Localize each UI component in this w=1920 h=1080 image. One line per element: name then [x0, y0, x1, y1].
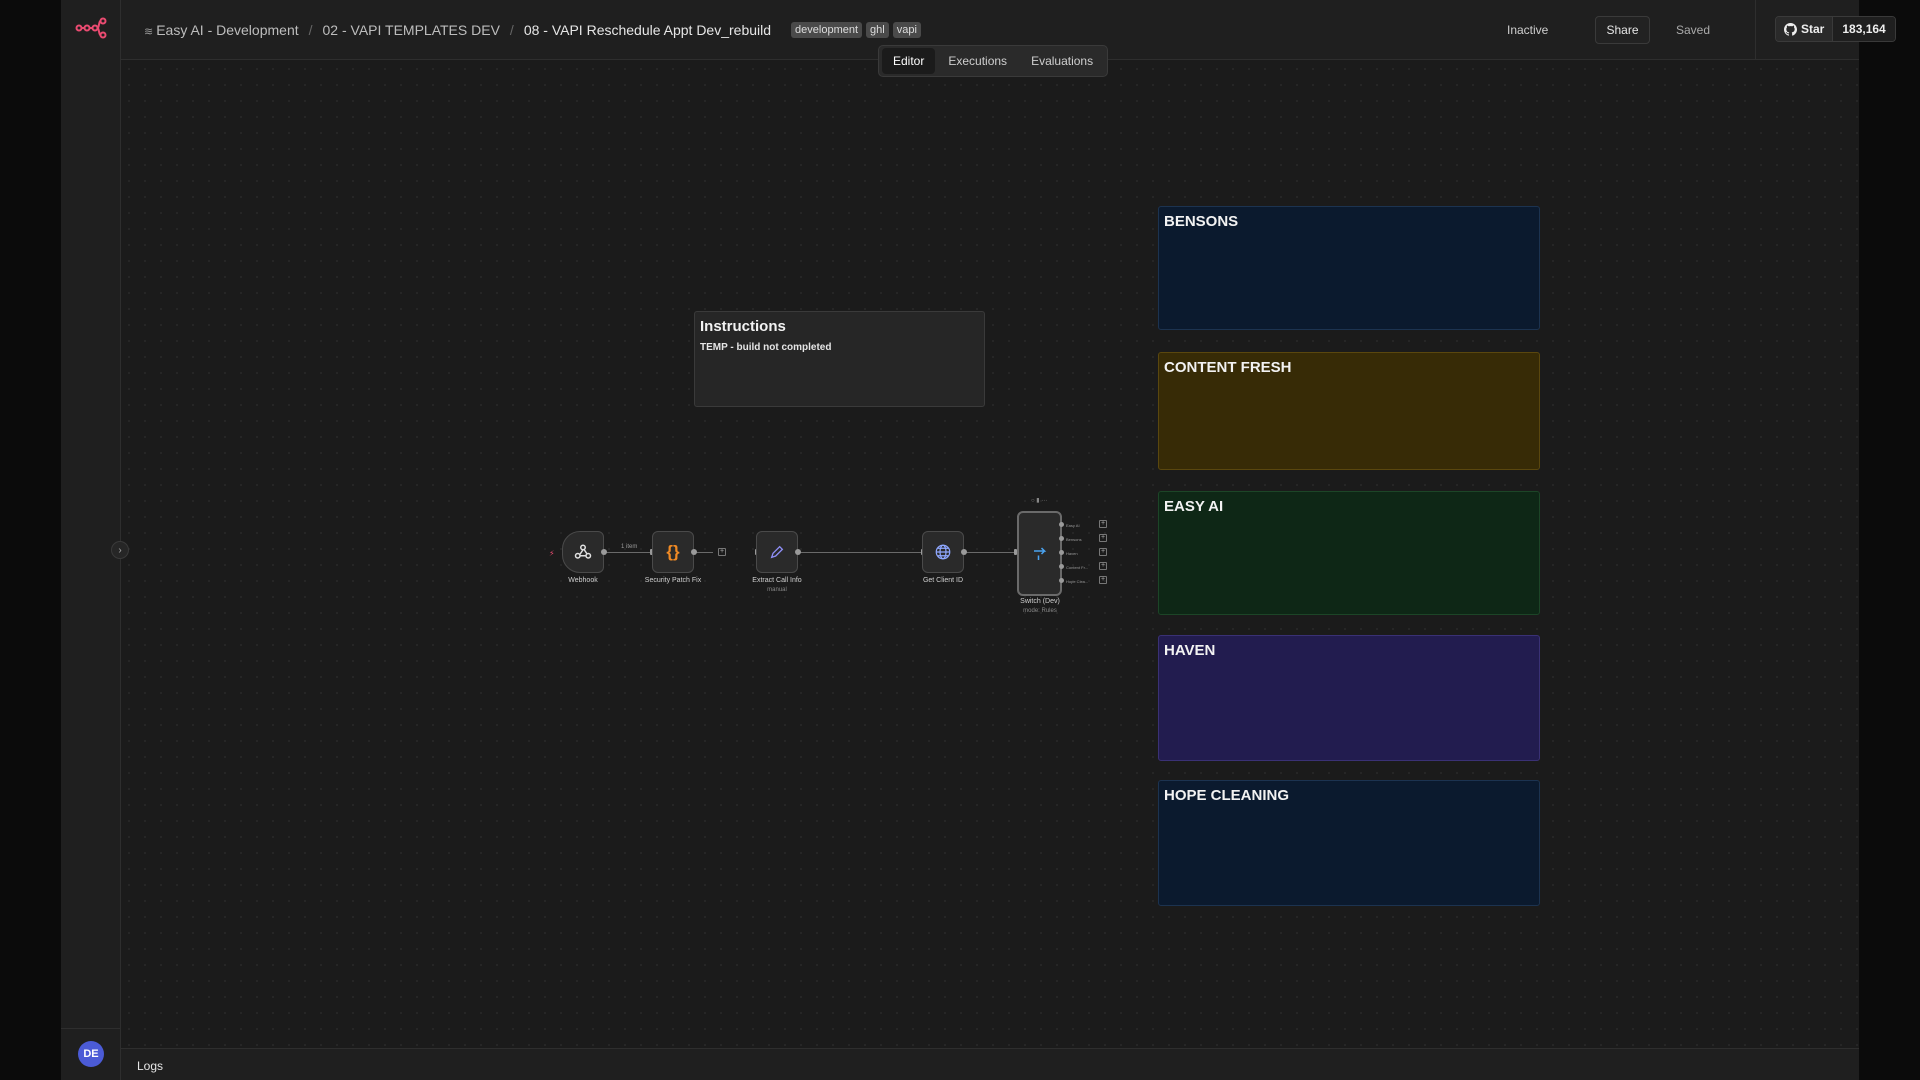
n8n-logo-icon[interactable]	[75, 16, 107, 40]
connection-extract-client[interactable]	[798, 552, 923, 553]
output-port[interactable]	[961, 549, 967, 555]
switch-output-label: Content Fr...	[1066, 565, 1089, 570]
node-switch-dev[interactable]	[1017, 511, 1062, 596]
node-label: Extract Call Info	[752, 577, 802, 584]
active-status-toggle[interactable]: Inactive	[1507, 23, 1548, 37]
node-security-patch-fix[interactable]: {}	[652, 531, 694, 573]
github-icon	[1784, 22, 1797, 36]
tag-list: development ghl vapi	[791, 22, 921, 38]
breadcrumb-separator: /	[308, 22, 313, 38]
node-extract-call-info[interactable]	[756, 531, 798, 573]
code-braces-icon: {}	[666, 542, 680, 561]
sticky-note-bensons[interactable]: BENSONS	[1158, 206, 1540, 330]
node-label: Get Client ID	[922, 577, 964, 584]
add-node-plus-icon[interactable]: +	[1099, 534, 1107, 542]
node-label: Webhook	[568, 577, 598, 584]
node-subtitle: mode: Rules	[1023, 608, 1057, 614]
sticky-note-title: EASY AI	[1164, 498, 1224, 515]
sticky-note-title: HAVEN	[1164, 642, 1216, 659]
add-node-plus-icon[interactable]: +	[1099, 520, 1107, 528]
view-tabs: Editor Executions Evaluations	[878, 45, 1109, 77]
output-port[interactable]	[601, 549, 607, 555]
layers-icon: ≋	[144, 26, 154, 38]
github-star-count: 183,164	[1832, 17, 1895, 41]
tag-development[interactable]: development	[791, 22, 863, 38]
switch-icon	[1033, 546, 1046, 560]
add-node-plus-icon[interactable]: +	[1099, 576, 1107, 584]
saved-status: Saved	[1676, 23, 1711, 37]
globe-icon	[935, 544, 951, 560]
switch-output-label: Hope Clea...	[1066, 579, 1089, 584]
breadcrumb: ≋ Easy AI - Development / 02 - VAPI TEMPL…	[144, 22, 921, 38]
output-port[interactable]	[795, 549, 801, 555]
sticky-note-title: BENSONS	[1164, 213, 1239, 230]
avatar[interactable]: DE	[78, 1041, 104, 1067]
output-port[interactable]	[691, 549, 697, 555]
breadcrumb-separator: /	[509, 22, 514, 38]
output-port[interactable]	[1059, 550, 1064, 555]
node-toolbar-icons[interactable]: ○ ▮ ···	[1031, 497, 1047, 504]
tab-editor[interactable]: Editor	[882, 48, 936, 74]
node-subtitle: manual	[767, 587, 787, 593]
sticky-note-easy-ai[interactable]: EASY AI	[1158, 491, 1540, 615]
logs-label: Logs	[137, 1059, 164, 1073]
node-get-client-id[interactable]	[922, 531, 964, 573]
breadcrumb-project[interactable]: ≋ Easy AI - Development	[144, 22, 299, 38]
github-star[interactable]: Star	[1776, 17, 1833, 41]
node-label: Switch (Dev)	[1020, 598, 1060, 605]
switch-output-label: Easy AI	[1066, 523, 1080, 528]
sticky-note-haven[interactable]: HAVEN	[1158, 635, 1540, 761]
github-star-button[interactable]: Star 183,164	[1775, 16, 1896, 42]
output-port[interactable]	[1059, 522, 1064, 527]
tab-executions[interactable]: Executions	[937, 48, 1018, 74]
output-port[interactable]	[1059, 578, 1064, 583]
logs-panel[interactable]: Logs	[121, 1048, 1859, 1080]
breadcrumb-folder[interactable]: 02 - VAPI TEMPLATES DEV	[323, 22, 500, 38]
sticky-note-body: TEMP - build not completed	[700, 342, 832, 353]
switch-output-label: Bensons	[1066, 537, 1082, 542]
edge-item-count: 1 item	[621, 544, 638, 550]
add-node-plus-icon[interactable]: +	[1099, 562, 1107, 570]
pencil-icon	[770, 545, 784, 559]
node-label: Security Patch Fix	[644, 577, 702, 584]
workflow-name[interactable]: 08 - VAPI Reschedule Appt Dev_rebuild	[524, 22, 771, 38]
trigger-bolt-icon: ⚡	[549, 549, 555, 558]
tag-vapi[interactable]: vapi	[892, 22, 921, 38]
header-divider	[1755, 0, 1756, 60]
switch-output-label: Haven	[1066, 551, 1078, 556]
output-port[interactable]	[1059, 536, 1064, 541]
tag-ghl[interactable]: ghl	[866, 22, 889, 38]
workflow-canvas[interactable]: Instructions TEMP - build not completed …	[121, 61, 1859, 1048]
add-node-plus-icon[interactable]: +	[1099, 548, 1107, 556]
sticky-note-hope-cleaning[interactable]: HOPE CLEANING	[1158, 780, 1540, 906]
sticky-note-title: HOPE CLEANING	[1164, 787, 1290, 804]
share-button[interactable]: Share	[1595, 16, 1650, 44]
connection-webhook-security[interactable]	[604, 552, 653, 553]
tab-evaluations[interactable]: Evaluations	[1020, 48, 1104, 74]
app-window: DE › ≋ Easy AI - Development / 02 - VAPI …	[61, 0, 1896, 1080]
webhook-icon	[574, 544, 592, 559]
sticky-note-title: CONTENT FRESH	[1164, 359, 1292, 376]
sidebar-divider	[61, 1028, 121, 1029]
output-port[interactable]	[1059, 564, 1064, 569]
sticky-note-content-fresh[interactable]: CONTENT FRESH	[1158, 352, 1540, 470]
sidebar: DE	[61, 0, 121, 1080]
chevron-right-icon[interactable]: ›	[111, 541, 129, 559]
add-node-plus-icon[interactable]: +	[718, 548, 726, 556]
node-webhook[interactable]	[562, 531, 604, 573]
connection-security-extract	[695, 552, 713, 553]
instructions-sticky-note[interactable]: Instructions TEMP - build not completed	[694, 311, 985, 407]
sticky-note-title: Instructions	[700, 318, 786, 335]
connection-client-switch[interactable]	[964, 552, 1015, 553]
